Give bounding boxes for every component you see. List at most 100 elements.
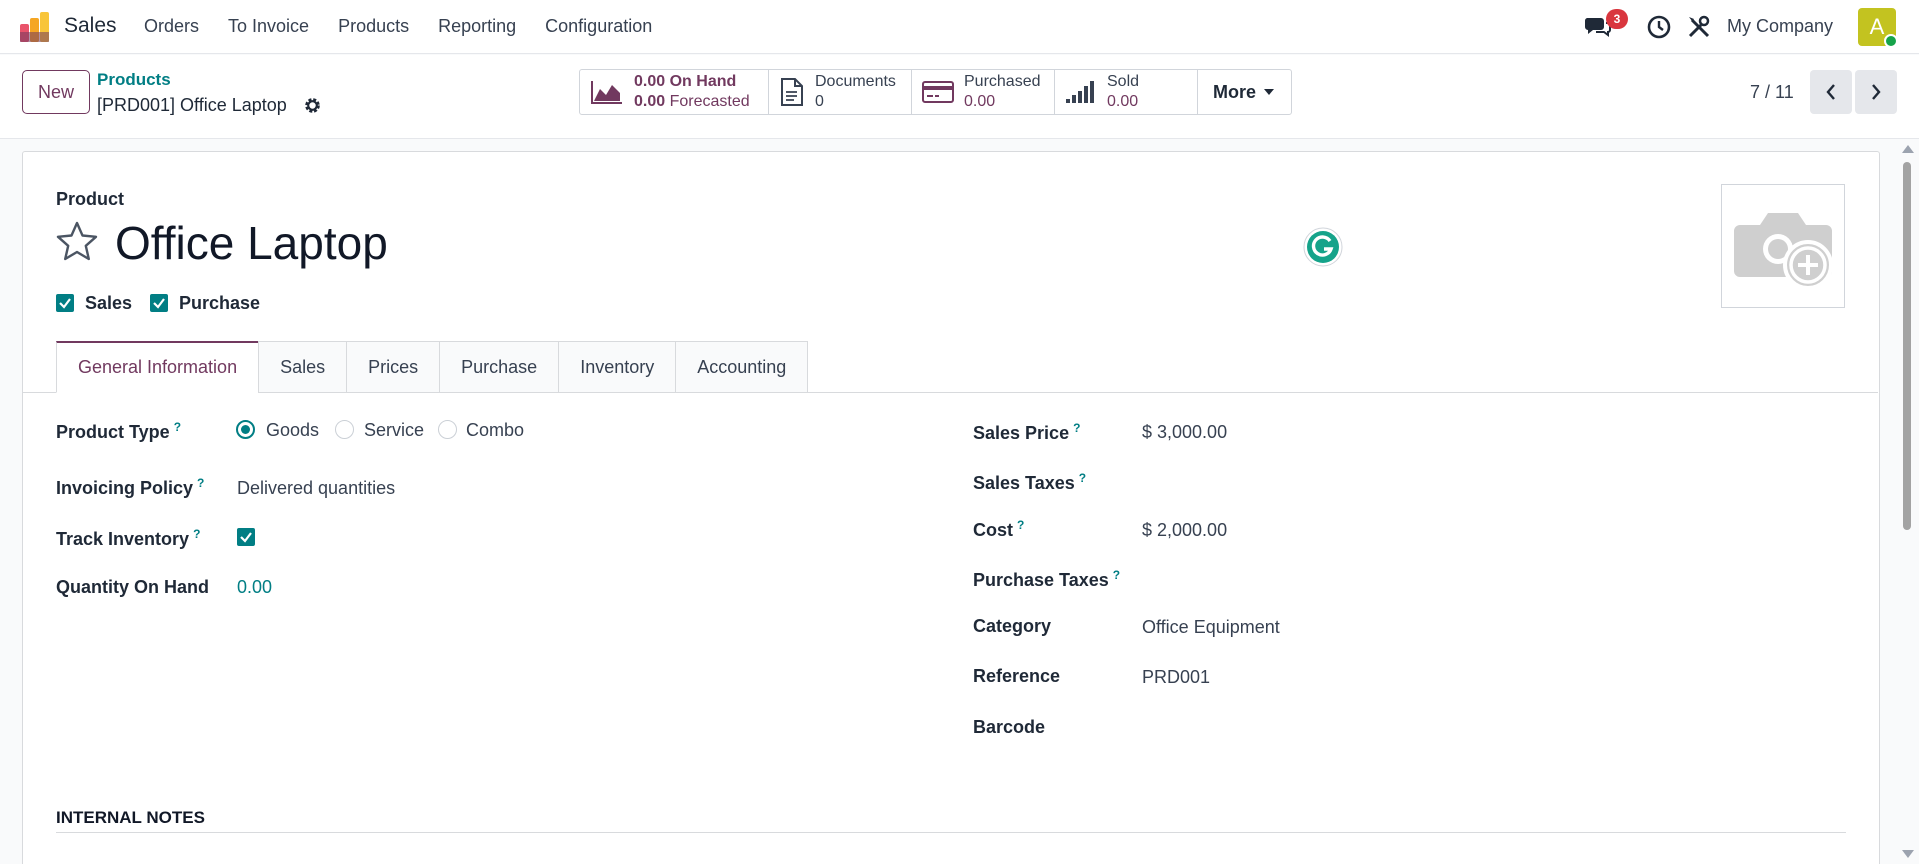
sales-taxes-label: Sales Taxes?	[973, 471, 1087, 493]
reference-label: Reference	[973, 666, 1061, 686]
sales-checkbox-label: Sales	[85, 293, 133, 313]
document-icon	[781, 78, 803, 106]
internal-notes-heading: INTERNAL NOTES	[56, 808, 205, 827]
menu-to-invoice[interactable]: To Invoice	[228, 16, 309, 37]
reference-field[interactable]: PRD001	[1142, 667, 1210, 688]
scroll-up-arrow[interactable]	[1902, 145, 1914, 153]
purchased-button[interactable]: Purchased 0.00	[912, 70, 1055, 114]
scrollbar-thumb[interactable]	[1903, 162, 1911, 530]
top-navbar: Sales Orders To Invoice Products Reporti…	[0, 0, 1919, 54]
product-label: Product	[56, 189, 125, 209]
caret-down-icon	[1264, 89, 1274, 95]
help-tooltip-icon[interactable]: ?	[1017, 518, 1024, 532]
forecast-label: Forecasted	[669, 93, 750, 110]
track-inventory-checkbox[interactable]	[237, 528, 255, 546]
credit-card-icon	[922, 81, 954, 103]
tab-accounting[interactable]: Accounting	[675, 341, 809, 393]
purchase-checkbox[interactable]	[150, 294, 168, 312]
form-tabs: General Information Sales Prices Purchas…	[56, 341, 809, 393]
help-tooltip-icon[interactable]: ?	[174, 420, 181, 434]
radio-service-label: Service	[364, 420, 425, 440]
product-type-label: Product Type?	[56, 420, 182, 442]
pager-value[interactable]: 7 / 11	[1750, 82, 1794, 103]
sold-button[interactable]: Sold 0.00	[1055, 70, 1198, 114]
more-dropdown[interactable]: More	[1198, 70, 1291, 114]
favorite-star-icon[interactable]	[55, 220, 99, 262]
new-button[interactable]: New	[22, 70, 90, 114]
clock-icon[interactable]	[1646, 14, 1672, 40]
notification-badge: 3	[1606, 9, 1628, 29]
tab-prices[interactable]: Prices	[346, 341, 440, 393]
checkmark-icon	[153, 298, 165, 309]
radio-combo-label: Combo	[466, 420, 525, 440]
purchase-checkbox-label: Purchase	[179, 293, 261, 313]
on-hand-button[interactable]: 0.00 On Hand 0.00 Forecasted	[580, 70, 769, 114]
tools-icon[interactable]	[1686, 14, 1712, 40]
scroll-down-arrow[interactable]	[1902, 850, 1914, 858]
menu-orders[interactable]: Orders	[144, 16, 199, 37]
help-tooltip-icon[interactable]: ?	[1079, 471, 1086, 485]
sales-app-icon[interactable]	[20, 12, 52, 42]
radio-service[interactable]	[335, 420, 354, 439]
menu-reporting[interactable]: Reporting	[438, 16, 516, 37]
checkmark-icon	[240, 532, 252, 543]
radio-goods-label: Goods	[266, 420, 320, 440]
help-tooltip-icon[interactable]: ?	[193, 527, 200, 541]
on-hand-value: 0.00	[634, 73, 666, 90]
forecast-value: 0.00	[634, 93, 666, 110]
app-name[interactable]: Sales	[64, 14, 117, 38]
documents-count: 0	[815, 93, 824, 110]
barcode-field[interactable]	[1142, 717, 1542, 739]
menu-configuration[interactable]: Configuration	[545, 16, 652, 37]
sold-label: Sold	[1107, 73, 1140, 90]
radio-combo[interactable]	[438, 420, 457, 439]
more-label: More	[1212, 81, 1256, 102]
tab-general-information[interactable]: General Information	[56, 341, 259, 393]
menu-products[interactable]: Products	[338, 16, 409, 37]
chevron-right-icon	[1872, 84, 1881, 100]
breadcrumb-current-record: [PRD001] Office Laptop	[97, 95, 287, 115]
tab-purchase[interactable]: Purchase	[439, 341, 559, 393]
sales-price-label: Sales Price?	[973, 421, 1081, 443]
quantity-on-hand-link[interactable]: 0.00	[237, 577, 272, 598]
purchased-label: Purchased	[964, 73, 1041, 90]
purchase-taxes-label: Purchase Taxes?	[973, 568, 1121, 590]
pager-next-button[interactable]	[1855, 70, 1897, 114]
help-tooltip-icon[interactable]: ?	[197, 476, 204, 490]
invoicing-policy-field[interactable]: Delivered quantities	[237, 478, 395, 499]
documents-button[interactable]: Documents 0	[769, 70, 912, 114]
online-status-dot	[1884, 34, 1898, 48]
on-hand-label: On Hand	[669, 73, 737, 90]
main-menu: Orders To Invoice Products Reporting Con…	[144, 16, 681, 37]
company-switcher[interactable]: My Company	[1727, 16, 1833, 37]
cost-label: Cost?	[973, 518, 1025, 540]
cost-field[interactable]: $ 2,000.00	[1142, 520, 1227, 541]
category-field[interactable]: Office Equipment	[1142, 617, 1280, 638]
area-chart-icon	[591, 81, 622, 104]
barcode-label: Barcode	[973, 717, 1046, 737]
purchased-value: 0.00	[964, 93, 996, 110]
control-panel: New Products [PRD001] Office Laptop 0.00…	[0, 55, 1919, 139]
pager-previous-button[interactable]	[1810, 70, 1852, 114]
product-image-upload[interactable]	[1721, 184, 1845, 308]
help-tooltip-icon[interactable]: ?	[1113, 568, 1120, 582]
radio-goods[interactable]	[236, 420, 255, 439]
category-label: Category	[973, 616, 1052, 636]
gear-icon[interactable]	[303, 96, 322, 115]
product-name-title[interactable]: Office Laptop	[115, 216, 388, 270]
internal-notes-divider	[56, 832, 1846, 833]
tab-inventory[interactable]: Inventory	[558, 341, 676, 393]
grammarly-icon[interactable]	[1303, 227, 1343, 267]
documents-label: Documents	[815, 73, 896, 90]
chevron-left-icon	[1826, 84, 1835, 100]
sales-price-field[interactable]: $ 3,000.00	[1142, 422, 1227, 443]
checkmark-icon	[59, 298, 71, 309]
tab-sales[interactable]: Sales	[258, 341, 347, 393]
smart-buttons: 0.00 On Hand 0.00 Forecasted Documents 0	[579, 69, 1292, 115]
breadcrumb-products[interactable]: Products	[97, 70, 171, 90]
quantity-on-hand-label: Quantity On Hand	[56, 577, 209, 597]
sold-value: 0.00	[1107, 93, 1139, 110]
track-inventory-label: Track Inventory?	[56, 527, 201, 549]
sales-checkbox[interactable]	[56, 294, 74, 312]
help-tooltip-icon[interactable]: ?	[1073, 421, 1080, 435]
